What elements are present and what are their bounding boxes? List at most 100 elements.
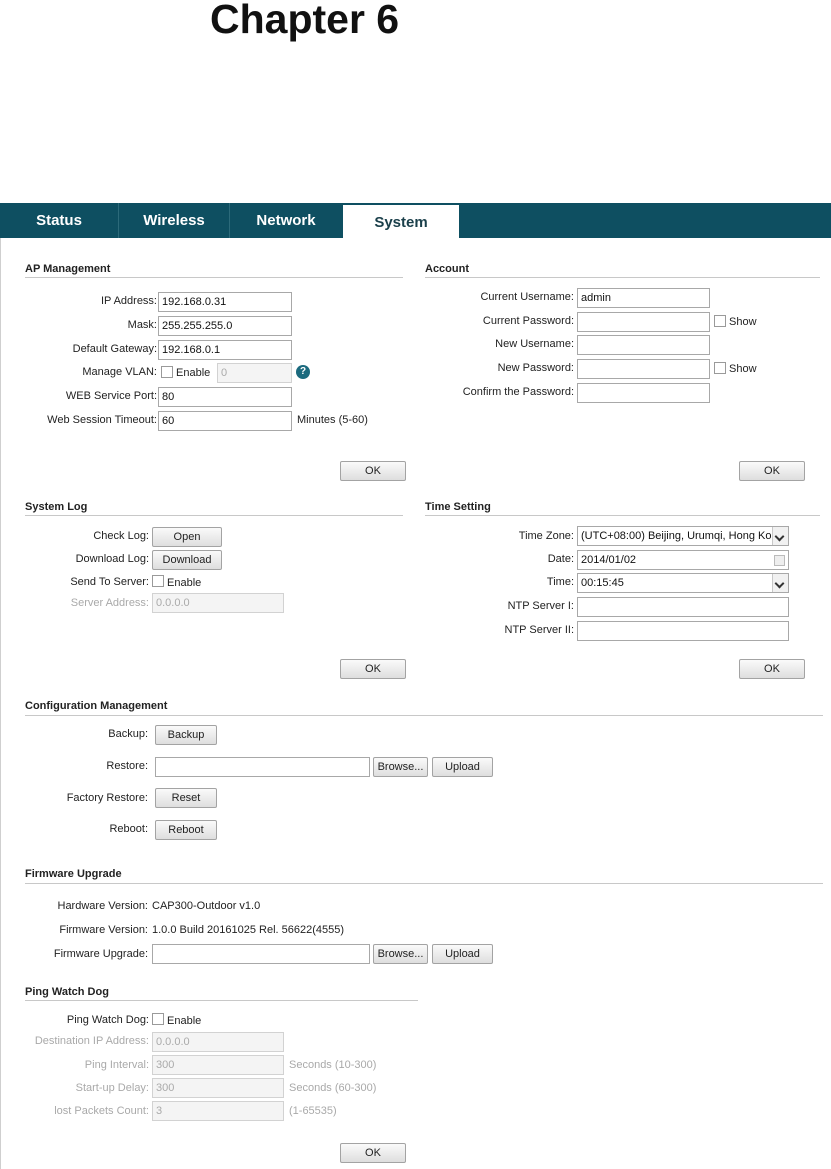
date-label: Date: bbox=[547, 553, 574, 565]
current-password-input[interactable] bbox=[577, 312, 710, 332]
web-port-input[interactable]: 80 bbox=[158, 387, 292, 407]
hardware-version-value: CAP300-Outdoor v1.0 bbox=[152, 900, 261, 912]
factory-restore-label: Factory Restore: bbox=[66, 792, 148, 804]
section-title-firmware-upgrade: Firmware Upgrade bbox=[25, 868, 122, 880]
mask-label: Mask: bbox=[127, 319, 157, 331]
reboot-button[interactable]: Reboot bbox=[155, 820, 217, 840]
divider bbox=[425, 515, 820, 516]
divider bbox=[425, 277, 820, 278]
ping-interval-input[interactable]: 300 bbox=[152, 1055, 284, 1075]
tab-wireless[interactable]: Wireless bbox=[119, 203, 230, 238]
new-password-input[interactable] bbox=[577, 359, 710, 379]
restore-label: Restore: bbox=[106, 760, 148, 772]
show-new-password-checkbox[interactable] bbox=[714, 362, 726, 374]
firmware-upgrade-label: Firmware Upgrade: bbox=[53, 948, 148, 960]
ping-watch-dog-label: Ping Watch Dog: bbox=[66, 1014, 149, 1026]
ntp-server-2-label: NTP Server II: bbox=[504, 624, 574, 636]
time-select[interactable]: 00:15:45 bbox=[577, 573, 789, 593]
section-title-time-setting: Time Setting bbox=[425, 501, 491, 513]
ip-address-input[interactable]: 192.168.0.31 bbox=[158, 292, 292, 312]
tab-network[interactable]: Network bbox=[230, 203, 342, 238]
destination-ip-label: Destination IP Address: bbox=[34, 1035, 149, 1047]
time-zone-value: (UTC+08:00) Beijing, Urumqi, Hong Kor bbox=[581, 530, 776, 542]
time-zone-select[interactable]: (UTC+08:00) Beijing, Urumqi, Hong Kor bbox=[577, 526, 789, 546]
show-label: Show bbox=[729, 316, 757, 328]
gateway-label: Default Gateway: bbox=[72, 343, 157, 355]
ip-address-label: IP Address: bbox=[100, 295, 157, 307]
firmware-file-input[interactable] bbox=[152, 944, 370, 964]
mask-input[interactable]: 255.255.255.0 bbox=[158, 316, 292, 336]
new-password-label: New Password: bbox=[497, 362, 574, 374]
manage-vlan-label: Manage VLAN: bbox=[82, 366, 157, 378]
show-current-password-checkbox[interactable] bbox=[714, 315, 726, 327]
lost-packets-input[interactable]: 3 bbox=[152, 1101, 284, 1121]
backup-label: Backup: bbox=[108, 728, 148, 740]
ping-watch-dog-checkbox[interactable] bbox=[152, 1013, 164, 1025]
startup-delay-label: Start-up Delay: bbox=[75, 1082, 149, 1094]
account-ok-button[interactable]: OK bbox=[739, 461, 805, 481]
backup-button[interactable]: Backup bbox=[155, 725, 217, 745]
lost-packets-label: lost Packets Count: bbox=[54, 1105, 149, 1117]
time-setting-ok-button[interactable]: OK bbox=[739, 659, 805, 679]
confirm-password-label: Confirm the Password: bbox=[462, 386, 574, 398]
firmware-browse-button[interactable]: Browse... bbox=[373, 944, 428, 964]
session-timeout-input[interactable]: 60 bbox=[158, 411, 292, 431]
tab-system[interactable]: System bbox=[343, 205, 459, 240]
ping-watch-dog-ok-button[interactable]: OK bbox=[340, 1143, 406, 1163]
calendar-icon[interactable] bbox=[774, 555, 785, 566]
server-address-label: Server Address: bbox=[70, 597, 149, 609]
divider bbox=[25, 1000, 418, 1001]
section-title-configuration-management: Configuration Management bbox=[25, 700, 168, 712]
check-log-label: Check Log: bbox=[93, 530, 149, 542]
reset-button[interactable]: Reset bbox=[155, 788, 217, 808]
confirm-password-input[interactable] bbox=[577, 383, 710, 403]
new-username-input[interactable] bbox=[577, 335, 710, 355]
help-icon[interactable]: ? bbox=[296, 365, 310, 379]
date-value: 2014/01/02 bbox=[581, 554, 637, 566]
firmware-version-value: 1.0.0 Build 20161025 Rel. 56622(4555) bbox=[152, 924, 345, 936]
divider bbox=[25, 883, 823, 884]
content-border bbox=[0, 238, 1, 1169]
show-label: Show bbox=[729, 363, 757, 375]
gateway-input[interactable]: 192.168.0.1 bbox=[158, 340, 292, 360]
time-zone-label: Time Zone: bbox=[518, 530, 574, 542]
current-password-label: Current Password: bbox=[482, 315, 574, 327]
web-port-label: WEB Service Port: bbox=[65, 390, 157, 402]
send-to-server-checkbox[interactable] bbox=[152, 575, 164, 587]
restore-file-input[interactable] bbox=[155, 757, 370, 777]
firmware-version-label: Firmware Version: bbox=[59, 924, 148, 936]
chevron-down-icon bbox=[772, 574, 788, 592]
open-log-button[interactable]: Open bbox=[152, 527, 222, 547]
ntp-server-1-input[interactable] bbox=[577, 597, 789, 617]
ping-interval-hint: Seconds (10-300) bbox=[289, 1059, 377, 1071]
restore-browse-button[interactable]: Browse... bbox=[373, 757, 428, 777]
firmware-upload-button[interactable]: Upload bbox=[432, 944, 493, 964]
tab-status[interactable]: Status bbox=[0, 203, 119, 238]
reboot-label: Reboot: bbox=[109, 823, 148, 835]
ping-enable-label: Enable bbox=[167, 1015, 202, 1027]
timeout-hint: Minutes (5-60) bbox=[297, 414, 368, 426]
session-timeout-label: Web Session Timeout: bbox=[47, 414, 157, 426]
ntp-server-2-input[interactable] bbox=[577, 621, 789, 641]
vlan-id-input[interactable]: 0 bbox=[217, 363, 292, 383]
section-title-ap-management: AP Management bbox=[25, 263, 111, 275]
system-log-ok-button[interactable]: OK bbox=[340, 659, 406, 679]
vlan-enable-checkbox[interactable] bbox=[161, 366, 173, 378]
current-username-input[interactable]: admin bbox=[577, 288, 710, 308]
section-title-ping-watch-dog: Ping Watch Dog bbox=[25, 986, 109, 998]
download-log-button[interactable]: Download bbox=[152, 550, 222, 570]
lost-packets-hint: (1-65535) bbox=[289, 1105, 337, 1117]
chevron-down-icon bbox=[772, 527, 788, 545]
divider bbox=[25, 515, 403, 516]
restore-upload-button[interactable]: Upload bbox=[432, 757, 493, 777]
ap-management-ok-button[interactable]: OK bbox=[340, 461, 406, 481]
server-address-input[interactable]: 0.0.0.0 bbox=[152, 593, 284, 613]
startup-delay-input[interactable]: 300 bbox=[152, 1078, 284, 1098]
date-input[interactable]: 2014/01/02 bbox=[577, 550, 789, 570]
current-username-label: Current Username: bbox=[480, 291, 574, 303]
download-log-label: Download Log: bbox=[75, 553, 149, 565]
time-label: Time: bbox=[546, 576, 574, 588]
destination-ip-input[interactable]: 0.0.0.0 bbox=[152, 1032, 284, 1052]
section-title-account: Account bbox=[425, 263, 469, 275]
divider bbox=[25, 277, 403, 278]
